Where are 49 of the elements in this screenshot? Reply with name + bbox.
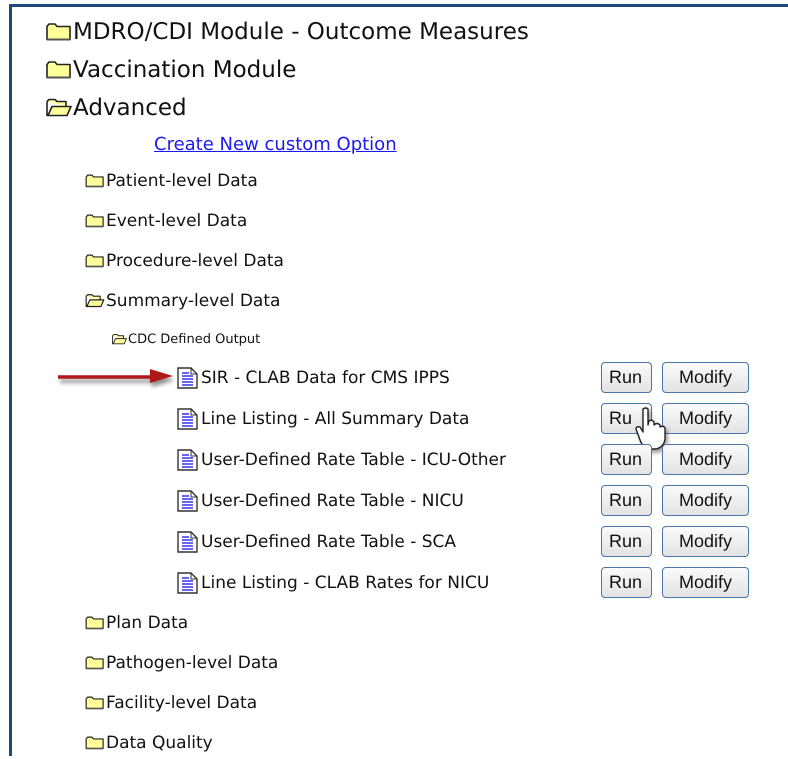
folder-icon[interactable] xyxy=(46,22,72,42)
open-folder-icon[interactable] xyxy=(112,334,127,344)
run-button[interactable]: Run xyxy=(601,444,652,475)
report-label[interactable]: SIR - CLAB Data for CMS IPPS xyxy=(201,368,601,388)
modify-button[interactable]: Modify xyxy=(662,526,749,557)
document-icon xyxy=(177,366,198,388)
document-icon xyxy=(177,490,198,512)
folder-label[interactable]: Pathogen-level Data xyxy=(106,653,278,673)
report-label[interactable]: Line Listing - All Summary Data xyxy=(201,408,601,428)
open-folder-icon[interactable] xyxy=(46,98,72,118)
folder-label[interactable]: Patient-level Data xyxy=(106,171,258,191)
folder-label[interactable]: Plan Data xyxy=(106,613,188,633)
modify-button[interactable]: Modify xyxy=(662,567,749,598)
run-button[interactable]: Run xyxy=(601,485,652,516)
modify-button[interactable]: Modify xyxy=(662,362,749,393)
folder-icon[interactable] xyxy=(85,174,105,188)
folder-icon[interactable] xyxy=(85,254,105,268)
modify-button[interactable]: Modify xyxy=(662,403,749,434)
report-label[interactable]: User-Defined Rate Table - ICU-Other xyxy=(201,450,601,470)
folder-label[interactable]: Summary-level Data xyxy=(106,291,280,311)
folder-icon[interactable] xyxy=(85,214,105,228)
folder-label[interactable]: Event-level Data xyxy=(106,211,248,231)
folder-label[interactable]: Advanced xyxy=(73,95,187,121)
folder-label[interactable]: Data Quality xyxy=(106,733,213,753)
folder-label[interactable]: Facility-level Data xyxy=(106,693,258,713)
modify-button[interactable]: Modify xyxy=(662,485,749,516)
folder-label[interactable]: CDC Defined Output xyxy=(128,332,260,346)
document-icon xyxy=(177,448,198,470)
report-label[interactable]: Line Listing - CLAB Rates for NICU xyxy=(201,572,601,592)
run-button[interactable]: Run xyxy=(601,526,652,557)
folder-label[interactable]: Vaccination Module xyxy=(73,57,296,83)
document-icon xyxy=(177,408,198,430)
modify-button[interactable]: Modify xyxy=(662,444,749,475)
hand-cursor-icon xyxy=(634,407,668,451)
run-button[interactable]: Run xyxy=(601,362,652,393)
folder-icon[interactable] xyxy=(85,696,105,710)
open-folder-icon[interactable] xyxy=(85,294,105,308)
document-icon xyxy=(177,530,198,552)
folder-icon[interactable] xyxy=(85,616,105,630)
run-button[interactable]: Run xyxy=(601,567,652,598)
folder-icon[interactable] xyxy=(46,60,72,80)
folder-icon[interactable] xyxy=(85,736,105,750)
report-label[interactable]: User-Defined Rate Table - SCA xyxy=(201,532,601,552)
folder-label[interactable]: MDRO/CDI Module - Outcome Measures xyxy=(73,19,529,45)
report-label[interactable]: User-Defined Rate Table - NICU xyxy=(201,490,601,510)
create-option-link[interactable]: Create New custom Option xyxy=(154,134,397,154)
folder-label[interactable]: Procedure-level Data xyxy=(106,251,284,271)
document-icon xyxy=(177,572,198,594)
folder-icon[interactable] xyxy=(85,656,105,670)
